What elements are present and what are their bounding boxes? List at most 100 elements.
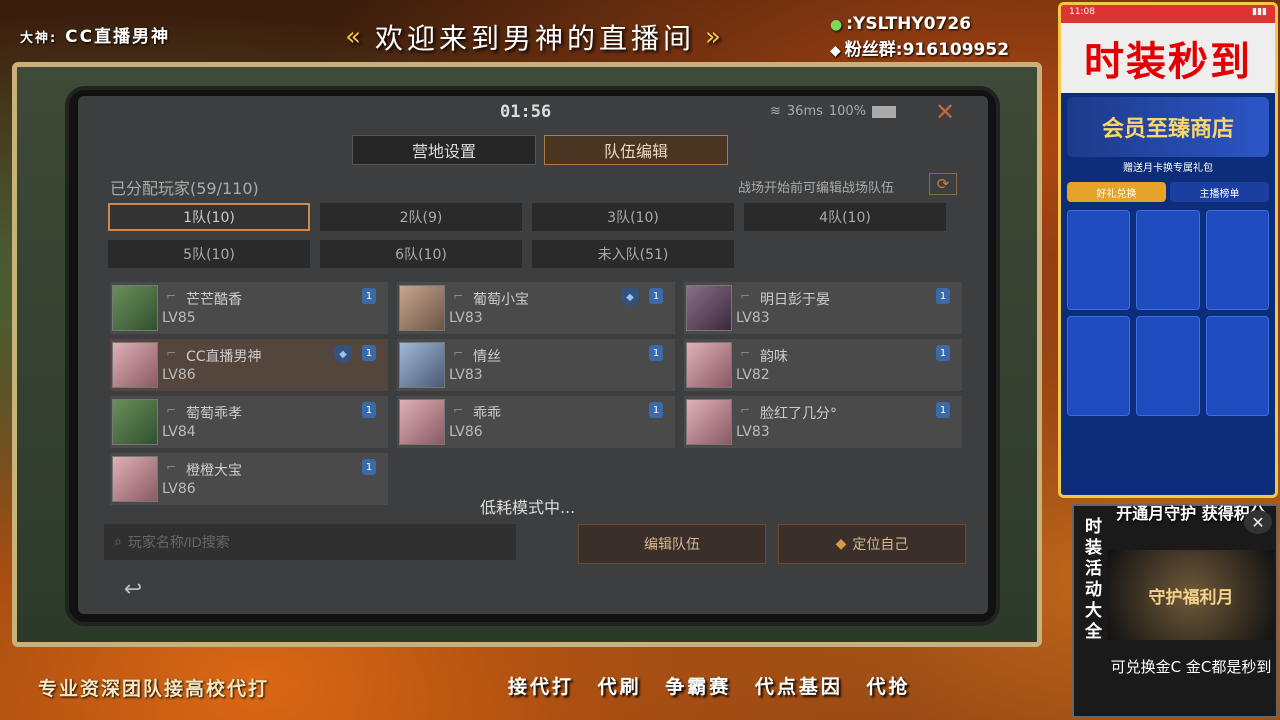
- wechat-id: :YSLTHY0726: [846, 14, 972, 34]
- left-chevrons-icon: «: [345, 22, 365, 52]
- avatar: [686, 285, 732, 331]
- player-card[interactable]: ⌐ 明日彭于晏 LV83 1: [684, 282, 962, 334]
- player-level: LV84: [162, 424, 196, 440]
- locate-self-button[interactable]: ◆ 定位自己: [778, 524, 966, 564]
- team-badge-icon: 1: [362, 345, 376, 361]
- player-card[interactable]: ⌐ 脸红了几分° LV83 1: [684, 396, 962, 448]
- shop-title: 会员至臻商店: [1067, 97, 1269, 157]
- ad-side-text: 时装活动大全: [1081, 517, 1101, 643]
- player-level: LV86: [162, 367, 196, 383]
- team-badge-icon: 1: [362, 459, 376, 475]
- battery-icon: [872, 105, 897, 118]
- gun-icon: ⌐: [453, 289, 464, 303]
- back-icon[interactable]: ↩: [108, 574, 158, 604]
- phone-time: 11:08: [1069, 7, 1095, 17]
- team-badge-icon: 1: [936, 402, 950, 418]
- right-chevrons-icon: »: [705, 22, 725, 52]
- search-icon: ⌕: [114, 534, 122, 550]
- player-card[interactable]: ⌐ 萄萄乖孝 LV84 1: [110, 396, 388, 448]
- search-input[interactable]: [127, 534, 468, 550]
- player-name: 脸红了几分°: [760, 406, 837, 422]
- edit-hint: 战场开始前可编辑战场队伍: [738, 181, 895, 196]
- tab-gift-exchange[interactable]: 好礼兑换: [1067, 182, 1166, 202]
- team-button[interactable]: 6队(10): [320, 240, 522, 268]
- promo-text: 时装秒到: [1061, 23, 1275, 93]
- team-button[interactable]: 5队(10): [108, 240, 310, 268]
- wifi-icon: ≋: [770, 104, 781, 119]
- player-card[interactable]: ⌐ 葡萄小宝 LV83 ◆ 1: [397, 282, 675, 334]
- player-level: LV83: [736, 310, 770, 326]
- gun-icon: ⌐: [740, 289, 751, 303]
- shop-item[interactable]: [1205, 210, 1269, 310]
- shop-item[interactable]: [1067, 316, 1131, 416]
- player-name: 情丝: [473, 349, 501, 365]
- player-name: 芒芒酷香: [186, 292, 242, 308]
- player-card[interactable]: ⌐ 韵味 LV82 1: [684, 339, 962, 391]
- gun-icon: ⌐: [166, 460, 177, 474]
- team-button[interactable]: 1队(10): [108, 203, 310, 231]
- shield-icon: ◆: [334, 345, 352, 363]
- avatar: [686, 342, 732, 388]
- player-card-self[interactable]: ⌐ CC直播男神 LV86 ◆ 1: [110, 339, 388, 391]
- close-icon[interactable]: ✕: [935, 98, 955, 126]
- avatar: [399, 399, 445, 445]
- ad-bottom-text: 可兑换金C 金C都是秒到: [1110, 658, 1272, 676]
- avatar: [112, 285, 158, 331]
- edit-team-button[interactable]: 编辑队伍: [578, 524, 766, 564]
- player-search[interactable]: ⌕: [104, 524, 516, 560]
- team-button[interactable]: 2队(9): [320, 203, 522, 231]
- gun-icon: ⌐: [453, 403, 464, 417]
- avatar: [112, 399, 158, 445]
- team-badge-icon: 1: [936, 288, 950, 304]
- tab-team-edit[interactable]: 队伍编辑: [544, 135, 728, 165]
- locate-self-label: 定位自己: [852, 537, 909, 553]
- gun-icon: ⌐: [166, 346, 177, 360]
- player-level: LV82: [736, 367, 770, 383]
- stream-title-banner: « 欢迎来到男神的直播间 »: [300, 14, 770, 60]
- ping-value: 36ms: [786, 104, 823, 119]
- shop-item[interactable]: [1136, 210, 1200, 310]
- bottom-right-text: 接代打 代刷 争霸赛 代点基因 代抢: [508, 676, 911, 698]
- assigned-players: 已分配玩家(59/110): [110, 179, 259, 198]
- player-level: LV86: [162, 481, 196, 497]
- refresh-icon[interactable]: ⟳: [929, 173, 957, 195]
- team-badge-icon: 1: [649, 288, 663, 304]
- player-name: 明日彭于晏: [760, 292, 830, 308]
- shop-item[interactable]: [1205, 316, 1269, 416]
- diamond-icon: ◆: [835, 536, 847, 552]
- team-button[interactable]: 未入队(51): [532, 240, 734, 268]
- player-name: 萄萄乖孝: [186, 406, 242, 422]
- tab-streamer-rank[interactable]: 主播榜单: [1170, 182, 1269, 202]
- streamer-tag: 大神: CC直播男神: [20, 22, 170, 47]
- shop-subtitle: 赠送月卡换专属礼包: [1123, 163, 1213, 174]
- close-icon[interactable]: ✕: [1244, 510, 1272, 534]
- shop-item[interactable]: [1067, 210, 1131, 310]
- ad-image[interactable]: 守护福利月: [1108, 550, 1274, 640]
- player-level: LV83: [736, 424, 770, 440]
- shop-item[interactable]: [1136, 316, 1200, 416]
- player-card[interactable]: ⌐ 橙橙大宝 LV86 1: [110, 453, 388, 505]
- shield-icon: ◆: [621, 288, 639, 306]
- gun-icon: ⌐: [166, 403, 177, 417]
- team-badge-icon: 1: [362, 288, 376, 304]
- avatar: [112, 342, 158, 388]
- phone-tabs: 好礼兑换 主播榜单: [1067, 182, 1269, 202]
- team-button[interactable]: 3队(10): [532, 203, 734, 231]
- player-level: LV86: [449, 424, 483, 440]
- gun-icon: ⌐: [740, 403, 751, 417]
- gun-icon: ⌐: [740, 346, 751, 360]
- team-badge-icon: 1: [362, 402, 376, 418]
- player-level: LV85: [162, 310, 196, 326]
- tab-camp-settings[interactable]: 营地设置: [352, 135, 536, 165]
- low-power-notice: 低耗模式中...: [480, 498, 576, 517]
- player-card[interactable]: ⌐ 芒芒酷香 LV85 1: [110, 282, 388, 334]
- player-name: 乖乖: [473, 406, 501, 422]
- device-status: ≋ 36ms 100%: [770, 104, 897, 119]
- player-card[interactable]: ⌐ 情丝 LV83 1: [397, 339, 675, 391]
- fan-group: 粉丝群:916109952: [844, 40, 1010, 60]
- player-card[interactable]: ⌐ 乖乖 LV86 1: [397, 396, 675, 448]
- match-timer: 01:56: [500, 102, 552, 122]
- player-name: 葡萄小宝: [473, 292, 529, 308]
- team-button[interactable]: 4队(10): [744, 203, 946, 231]
- streamer-label: 大神:: [20, 31, 58, 46]
